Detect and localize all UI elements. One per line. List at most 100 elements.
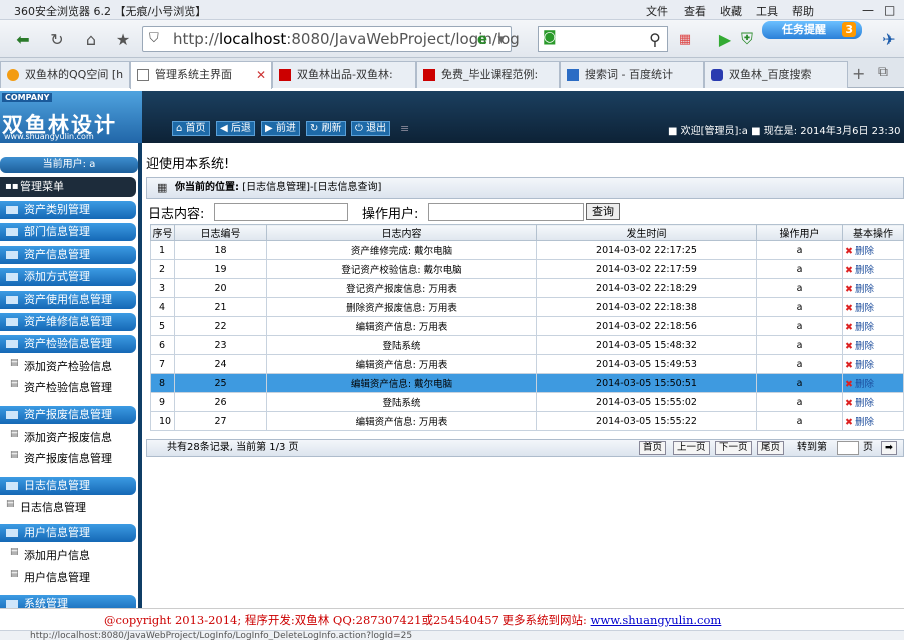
delete-icon[interactable]: ✖ bbox=[845, 341, 853, 352]
query-button[interactable]: 查询 bbox=[586, 203, 620, 220]
sidebar-group-user[interactable]: 用户信息管理 bbox=[0, 524, 136, 542]
menu-help[interactable]: 帮助 bbox=[792, 3, 814, 19]
row-index: 4 bbox=[150, 297, 175, 317]
tab-baidu-stats[interactable]: 搜索词 - 百度统计 bbox=[560, 61, 704, 88]
sidebar-item-log-manage[interactable]: 日志信息管理 bbox=[6, 499, 86, 515]
tab-shuangyulin[interactable]: 双鱼林出品-双鱼林: bbox=[272, 61, 416, 88]
delete-link[interactable]: 删除 bbox=[855, 303, 874, 314]
minimize-icon[interactable]: — bbox=[862, 3, 874, 17]
sidebar-group-asset-repair[interactable]: 资产维修信息管理 bbox=[0, 313, 136, 331]
delete-icon[interactable]: ✖ bbox=[845, 360, 853, 371]
goto-page-input[interactable] bbox=[837, 441, 859, 455]
sidebar-group-asset-category[interactable]: 资产类别管理 bbox=[0, 201, 136, 219]
tab-qq-space[interactable]: 双鱼林的QQ空间 [h bbox=[0, 61, 130, 88]
menu-tools[interactable]: 工具 bbox=[756, 3, 778, 19]
filter-bar: 日志内容: 操作用户: 查询 bbox=[146, 201, 904, 223]
dropdown-icon[interactable]: ▾ bbox=[497, 27, 505, 51]
sidebar-group-add-method[interactable]: 添加方式管理 bbox=[0, 268, 136, 286]
table-header-row: 序号 日志编号 日志内容 发生时间 操作用户 基本操作 bbox=[150, 224, 904, 241]
sidebar-group-department[interactable]: 部门信息管理 bbox=[0, 223, 136, 241]
operator-input[interactable] bbox=[428, 203, 584, 221]
home-button[interactable]: ⌂ 首页 bbox=[172, 121, 210, 136]
delete-link[interactable]: 删除 bbox=[855, 284, 874, 295]
sidebar-item-inspection-manage[interactable]: 资产检验信息管理 bbox=[10, 379, 112, 395]
col-time: 发生时间 bbox=[536, 224, 757, 241]
log-content-input[interactable] bbox=[214, 203, 348, 221]
delete-icon[interactable]: ✖ bbox=[845, 284, 853, 295]
table-row[interactable]: 5 22 编辑资产信息: 万用表 2014-03-02 22:18:56 a ✖ 删除 bbox=[150, 316, 904, 336]
close-icon[interactable]: ✕ bbox=[256, 62, 266, 88]
table-row[interactable]: 9 26 登陆系统 2014-03-05 15:55:02 a ✖ 删除 bbox=[150, 392, 904, 412]
delete-link[interactable]: 删除 bbox=[855, 341, 874, 352]
back-button[interactable]: ◀ 后退 bbox=[216, 121, 255, 136]
row-log-id: 22 bbox=[174, 316, 267, 336]
delete-link[interactable]: 删除 bbox=[855, 417, 874, 428]
delete-icon[interactable]: ✖ bbox=[845, 322, 853, 333]
delete-link[interactable]: 删除 bbox=[855, 398, 874, 409]
maximize-icon[interactable]: □ bbox=[884, 3, 895, 17]
table-row[interactable]: 3 20 登记资产报废信息: 万用表 2014-03-02 22:18:29 a ✖ 删除 bbox=[150, 278, 904, 298]
table-row[interactable]: 10 27 编辑资产信息: 万用表 2014-03-05 15:55:22 a ✖ 删除 bbox=[150, 411, 904, 431]
menu-file[interactable]: 文件 bbox=[646, 3, 668, 19]
star-icon[interactable]: ★ bbox=[110, 26, 136, 52]
sidebar-group-asset-usage[interactable]: 资产使用信息管理 bbox=[0, 291, 136, 309]
delete-icon[interactable]: ✖ bbox=[845, 417, 853, 428]
first-page-button[interactable]: 首页 bbox=[639, 441, 667, 455]
sidebar-group-asset-inspection[interactable]: 资产检验信息管理 bbox=[0, 335, 136, 353]
delete-link[interactable]: 删除 bbox=[855, 360, 874, 371]
plane-icon[interactable]: ✈ bbox=[876, 26, 902, 52]
sidebar-item-user-manage[interactable]: 用户信息管理 bbox=[10, 569, 90, 585]
delete-link[interactable]: 删除 bbox=[855, 265, 874, 276]
sidebar-group-log[interactable]: 日志信息管理 bbox=[0, 477, 136, 495]
sidebar-group-system[interactable]: 系统管理 bbox=[0, 595, 136, 608]
delete-link[interactable]: 删除 bbox=[855, 379, 874, 390]
tab-graduation[interactable]: 免费_毕业课程范例: bbox=[416, 61, 560, 88]
prev-page-button[interactable]: 上一页 bbox=[673, 441, 710, 455]
back-button-label: 后退 bbox=[230, 123, 251, 134]
row-actions: ✖ 删除 bbox=[842, 316, 904, 336]
security-icon[interactable]: ⛨ bbox=[734, 26, 760, 52]
table-row[interactable]: 1 18 资产维修完成: 戴尔电脑 2014-03-02 22:17:25 a ✖ 删除 bbox=[150, 240, 904, 260]
task-reminder-button[interactable]: 任务提醒 3 bbox=[762, 21, 862, 39]
tab-list-icon[interactable]: ⧉ bbox=[878, 64, 888, 80]
refresh-button[interactable]: ↻ 刷新 bbox=[306, 121, 346, 136]
next-page-button[interactable]: 下一页 bbox=[715, 441, 752, 455]
delete-icon[interactable]: ✖ bbox=[845, 265, 853, 276]
delete-icon[interactable]: ✖ bbox=[845, 246, 853, 257]
delete-icon[interactable]: ✖ bbox=[845, 398, 853, 409]
sidebar-item-add-inspection[interactable]: 添加资产检验信息 bbox=[10, 358, 112, 374]
search-icon[interactable]: ⚲ bbox=[642, 26, 668, 52]
last-page-button[interactable]: 尾页 bbox=[757, 441, 785, 455]
search-engine-icon[interactable]: ◙ bbox=[543, 29, 557, 45]
footer-link[interactable]: www.shuangyulin.com bbox=[591, 613, 722, 627]
sidebar-item-add-user[interactable]: 添加用户信息 bbox=[10, 547, 90, 563]
delete-icon[interactable]: ✖ bbox=[845, 303, 853, 314]
forward-button[interactable]: ▶ 前进 bbox=[261, 121, 300, 136]
sidebar-group-asset-scrap[interactable]: 资产报废信息管理 bbox=[0, 406, 136, 424]
delete-link[interactable]: 删除 bbox=[855, 322, 874, 333]
table-row[interactable]: 2 19 登记资产校验信息: 戴尔电脑 2014-03-02 22:17:59 a ✖ 删除 bbox=[150, 259, 904, 279]
goto-button[interactable]: ➡ bbox=[881, 441, 897, 455]
sidebar-item-scrap-manage[interactable]: 资产报废信息管理 bbox=[10, 450, 112, 466]
delete-link[interactable]: 删除 bbox=[855, 246, 874, 257]
table-row[interactable]: 4 21 删除资产报废信息: 万用表 2014-03-02 22:18:38 a ✖ 删除 bbox=[150, 297, 904, 317]
menu-icon[interactable]: ≡ bbox=[400, 122, 409, 135]
tab-baidu-search[interactable]: 双鱼林_百度搜索 bbox=[704, 61, 848, 88]
home-icon[interactable]: ⌂ bbox=[78, 26, 104, 52]
table-row[interactable]: 6 23 登陆系统 2014-03-05 15:48:32 a ✖ 删除 bbox=[150, 335, 904, 355]
tab-main-interface[interactable]: 管理系统主界面 ✕ bbox=[130, 61, 272, 89]
delete-icon[interactable]: ✖ bbox=[845, 379, 853, 390]
menu-view[interactable]: 查看 bbox=[684, 3, 706, 19]
sidebar-item-add-scrap[interactable]: 添加资产报废信息 bbox=[10, 429, 112, 445]
logout-button[interactable]: ⏻ 退出 bbox=[351, 121, 391, 136]
menu-favorites[interactable]: 收藏 bbox=[720, 3, 742, 19]
sidebar-group-asset-info[interactable]: 资产信息管理 bbox=[0, 246, 136, 264]
apps-icon[interactable]: ▦ bbox=[672, 26, 698, 52]
new-tab-icon[interactable]: + bbox=[852, 64, 865, 83]
table-row[interactable]: 7 24 编辑资产信息: 万用表 2014-03-05 15:49:53 a ✖ 删除 bbox=[150, 354, 904, 374]
refresh-icon[interactable]: ↻ bbox=[44, 26, 70, 52]
address-bar[interactable]: ⛉ http://localhost:8080/JavaWebProject/l… bbox=[142, 26, 520, 52]
table-row[interactable]: 8 25 编辑资产信息: 戴尔电脑 2014-03-05 15:50:51 a ✖ 删除 bbox=[150, 373, 904, 393]
ie-mode-icon[interactable]: e bbox=[477, 27, 487, 51]
back-icon[interactable]: ⬅ bbox=[10, 26, 36, 52]
